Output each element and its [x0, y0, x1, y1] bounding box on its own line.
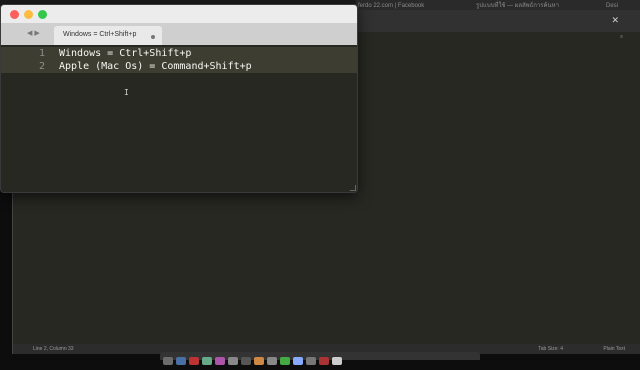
- minimap-icon: ≡: [620, 34, 623, 40]
- title-bar[interactable]: [1, 5, 357, 23]
- zoom-window-icon[interactable]: [38, 10, 47, 19]
- unsaved-dot-icon[interactable]: [151, 35, 155, 39]
- tab-strip: ◀ ▶ Windows = Ctrl+Shift+p: [1, 23, 357, 46]
- dock-app-icon[interactable]: [202, 357, 212, 365]
- dock: [160, 352, 480, 365]
- dock-app-icon[interactable]: [293, 357, 303, 365]
- dock-app-icon[interactable]: [189, 357, 199, 365]
- tab-active-file[interactable]: Windows = Ctrl+Shift+p: [54, 26, 162, 45]
- dock-app-icon[interactable]: [163, 357, 173, 365]
- editor-window: ◀ ▶ Windows = Ctrl+Shift+p 1 Windows = C…: [0, 4, 358, 193]
- line-text: Apple (Mac Os) = Command+Shift+p: [59, 61, 252, 72]
- dock-app-icon[interactable]: [215, 357, 225, 365]
- code-line[interactable]: 1 Windows = Ctrl+Shift+p: [1, 47, 357, 60]
- status-line-column: Line 2, Column 33: [33, 346, 74, 352]
- dock-app-icon[interactable]: [332, 357, 342, 365]
- dock-app-icon[interactable]: [280, 357, 290, 365]
- tab-title: Windows = Ctrl+Shift+p: [63, 31, 137, 38]
- resize-handle[interactable]: [350, 185, 356, 191]
- line-text: Windows = Ctrl+Shift+p: [59, 48, 192, 59]
- line-number: 2: [38, 61, 45, 72]
- i-beam-cursor-icon: I: [124, 88, 129, 97]
- dock-app-icon[interactable]: [241, 357, 251, 365]
- minimize-window-icon[interactable]: [24, 10, 33, 19]
- dock-app-icon[interactable]: [176, 357, 186, 365]
- nav-arrows-icon[interactable]: ◀ ▶: [27, 29, 40, 37]
- code-editor[interactable]: 1 Windows = Ctrl+Shift+p 2 Apple (Mac Os…: [1, 45, 357, 192]
- status-tab-size[interactable]: Tab Size: 4: [538, 344, 563, 354]
- dock-app-icon[interactable]: [306, 357, 316, 365]
- close-window-icon[interactable]: [10, 10, 19, 19]
- dock-app-icon[interactable]: [254, 357, 264, 365]
- dock-app-icon[interactable]: [228, 357, 238, 365]
- dock-app-icon[interactable]: [319, 357, 329, 365]
- status-syntax[interactable]: Plain Text: [603, 344, 625, 354]
- close-icon[interactable]: ✕: [611, 15, 619, 26]
- code-line[interactable]: 2 Apple (Mac Os) = Command+Shift+p: [1, 60, 357, 73]
- line-number: 1: [38, 48, 45, 59]
- dock-app-icon[interactable]: [267, 357, 277, 365]
